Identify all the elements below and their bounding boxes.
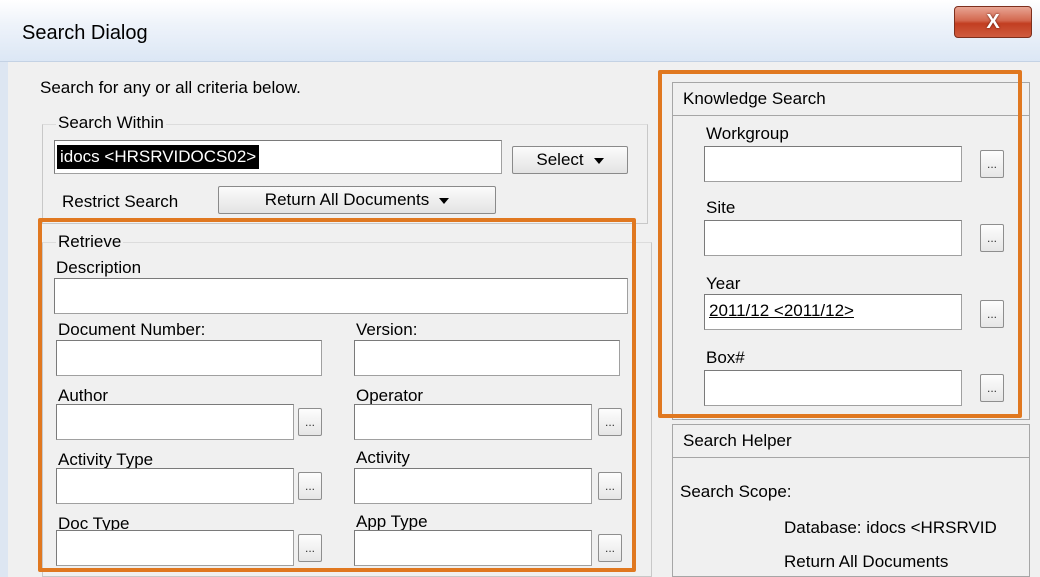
close-button[interactable]: X [954, 6, 1032, 38]
search-within-legend: Search Within [56, 113, 166, 133]
scope-restrict-text: Return All Documents [784, 552, 949, 571]
title-bar [0, 0, 1040, 62]
search-scope-label: Search Scope: [680, 482, 792, 501]
instruction-text: Search for any or all criteria below. [40, 78, 301, 97]
search-helper-header: Search Helper [672, 424, 1030, 458]
retrieve-highlight-box [38, 218, 636, 572]
chevron-down-icon [439, 197, 450, 204]
search-within-field[interactable]: idocs <HRSRVIDOCS02> [54, 140, 502, 174]
restrict-search-value: Return All Documents [264, 190, 430, 209]
chevron-down-icon [593, 157, 604, 164]
select-button[interactable]: Select [512, 146, 628, 174]
search-within-value: idocs <HRSRVIDOCS02> [57, 145, 260, 169]
restrict-search-dropdown[interactable]: Return All Documents [218, 186, 496, 214]
scope-database-text: Database: idocs <HRSRVID [784, 518, 997, 537]
restrict-search-label: Restrict Search [62, 192, 179, 211]
dialog-title: Search Dialog [22, 22, 148, 44]
select-button-label: Select [536, 150, 584, 169]
knowledge-search-highlight-box [658, 70, 1022, 418]
close-icon: X [986, 11, 1000, 33]
